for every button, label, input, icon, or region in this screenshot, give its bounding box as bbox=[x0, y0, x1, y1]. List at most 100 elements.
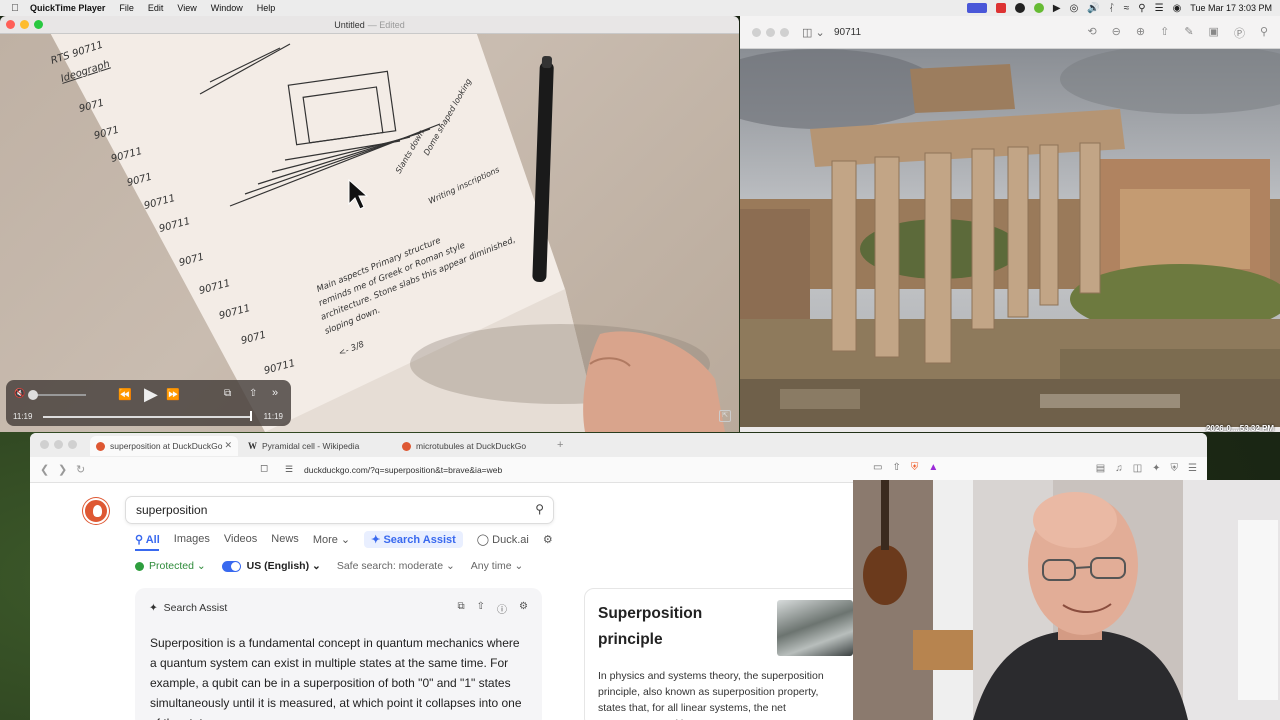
forward-button[interactable]: ❯ bbox=[58, 463, 67, 476]
play-button[interactable]: ▶ bbox=[144, 384, 158, 405]
media-icon[interactable]: ◎ bbox=[1070, 3, 1079, 14]
rotate-icon[interactable]: ⟲ bbox=[1087, 25, 1096, 41]
share-icon[interactable]: ⇧ bbox=[892, 462, 900, 473]
sidebar-icon[interactable]: ◫ bbox=[1133, 463, 1142, 474]
video-frame[interactable]: RTS 90711 Ideograph 9071 9071 90711 9071… bbox=[0, 34, 739, 432]
volume-slider[interactable] bbox=[30, 394, 86, 396]
brave-shields-icon[interactable]: ⛨ bbox=[911, 462, 919, 473]
copy-icon[interactable]: ⧉ bbox=[458, 601, 465, 616]
preview-zoom-button[interactable] bbox=[780, 28, 789, 37]
search-assist-answer: Superposition is a fundamental concept i… bbox=[150, 636, 522, 720]
bookmark-icon[interactable]: ◻ bbox=[260, 463, 268, 474]
markup-toolbar-icon[interactable]: Ⓟ bbox=[1234, 25, 1245, 41]
tab-all[interactable]: ⚲ All bbox=[135, 533, 160, 546]
play-status-icon[interactable]: ▶ bbox=[1053, 3, 1061, 14]
wifi-icon[interactable]: ≈ bbox=[1124, 3, 1130, 14]
pen-app-icon[interactable] bbox=[1014, 3, 1025, 13]
site-settings-icon[interactable]: ☰ bbox=[285, 464, 293, 475]
tab-superposition[interactable]: superposition at DuckDuckGo ✕ bbox=[90, 436, 238, 456]
tab-videos[interactable]: Videos bbox=[224, 533, 257, 545]
leo-ai-icon[interactable]: ✦ bbox=[1152, 463, 1160, 474]
info-icon[interactable]: ⓘ bbox=[497, 601, 507, 616]
preview-minimize-button[interactable] bbox=[766, 28, 775, 37]
tab-images[interactable]: Images bbox=[174, 533, 210, 545]
browser-zoom-button[interactable] bbox=[68, 440, 77, 449]
quicktime-titlebar[interactable]: Untitled — Edited bbox=[0, 16, 739, 34]
picture-in-picture-icon[interactable]: ⧉ bbox=[224, 388, 231, 399]
fast-forward-button[interactable]: ⏩ bbox=[166, 388, 180, 401]
tab-more[interactable]: More ⌄ bbox=[313, 533, 350, 546]
menu-bar-clock[interactable]: Tue Mar 17 3:03 PM bbox=[1190, 3, 1272, 13]
knowledge-panel-title[interactable]: Superposition principle bbox=[598, 601, 748, 653]
spotlight-search-icon[interactable]: ⚲ bbox=[1138, 3, 1145, 14]
tab-duck-ai[interactable]: ◯ Duck.ai bbox=[477, 533, 529, 546]
scrubber-playhead[interactable] bbox=[250, 411, 252, 421]
close-window-button[interactable] bbox=[6, 20, 15, 29]
bluetooth-icon[interactable]: ᛮ bbox=[1109, 3, 1115, 14]
duckduckgo-icon bbox=[402, 441, 411, 451]
menu-help[interactable]: Help bbox=[257, 3, 276, 13]
search-settings-icon[interactable]: ⚙ bbox=[543, 533, 553, 546]
search-icon[interactable]: ⚲ bbox=[535, 502, 544, 516]
grammarly-icon[interactable] bbox=[1033, 3, 1044, 13]
url-field[interactable]: duckduckgo.com/?q=superposition&t=brave&… bbox=[304, 465, 502, 475]
knowledge-panel-text: In physics and systems theory, the super… bbox=[598, 670, 824, 720]
menu-edit[interactable]: Edit bbox=[148, 3, 164, 13]
minimize-window-button[interactable] bbox=[20, 20, 29, 29]
screen-recording-icon[interactable] bbox=[966, 3, 987, 13]
settings-icon[interactable]: ⚙ bbox=[519, 601, 528, 616]
sidebar-toggle-icon[interactable]: ◫ ⌄ bbox=[802, 26, 825, 39]
close-tab-icon[interactable]: ✕ bbox=[224, 440, 232, 451]
markup-icon[interactable]: ✎ bbox=[1184, 25, 1193, 41]
more-controls-icon[interactable]: » bbox=[272, 387, 278, 399]
protected-filter[interactable]: Protected ⌄ bbox=[135, 560, 206, 572]
tab-news[interactable]: News bbox=[271, 533, 299, 545]
tab-pyramidal-cell[interactable]: W Pyramidal cell - Wikipedia bbox=[242, 436, 392, 456]
rewind-button[interactable]: ⏪ bbox=[118, 388, 132, 401]
search-input[interactable] bbox=[136, 503, 516, 517]
volume-knob[interactable] bbox=[28, 390, 38, 400]
app-menu[interactable]: QuickTime Player bbox=[30, 3, 105, 13]
region-filter[interactable]: US (English) ⌄ bbox=[221, 560, 321, 572]
scrubber-track[interactable] bbox=[43, 416, 251, 418]
back-button[interactable]: ❮ bbox=[40, 463, 49, 476]
mute-icon[interactable]: 🔇 bbox=[14, 388, 25, 399]
search-icon[interactable]: ⚲ bbox=[1260, 25, 1268, 41]
zoom-in-icon[interactable]: ⊕ bbox=[1136, 25, 1145, 41]
browser-minimize-button[interactable] bbox=[54, 440, 63, 449]
cast-icon[interactable]: ▭ bbox=[873, 462, 882, 473]
time-filter[interactable]: Any time ⌄ bbox=[471, 560, 524, 572]
menu-view[interactable]: View bbox=[177, 3, 196, 13]
reload-button[interactable]: ↻ bbox=[76, 463, 85, 476]
record-app-icon[interactable] bbox=[995, 3, 1006, 13]
reader-mode-icon[interactable]: ▤ bbox=[1096, 463, 1105, 474]
volume-icon[interactable]: 🔊 bbox=[1087, 3, 1099, 14]
tab-label: Pyramidal cell - Wikipedia bbox=[262, 441, 360, 451]
preview-toolbar-icons: ⟲ ⊖ ⊕ ⇧ ✎ ▣ Ⓟ ⚲ bbox=[1087, 25, 1268, 41]
knowledge-panel-image[interactable] bbox=[777, 600, 853, 656]
region-toggle[interactable] bbox=[221, 560, 241, 572]
fullscreen-icon[interactable]: ⇱ bbox=[719, 410, 731, 422]
vpn-icon[interactable]: ⛨ bbox=[1171, 463, 1179, 474]
share-icon[interactable]: ⇧ bbox=[249, 388, 257, 399]
apple-menu-icon[interactable]:  bbox=[0, 3, 30, 14]
siri-icon[interactable]: ◉ bbox=[1173, 3, 1182, 14]
zoom-window-button[interactable] bbox=[34, 20, 43, 29]
crop-icon[interactable]: ▣ bbox=[1209, 25, 1219, 41]
preview-close-button[interactable] bbox=[752, 28, 761, 37]
media-icon[interactable]: ♫ bbox=[1115, 463, 1123, 474]
menu-file[interactable]: File bbox=[119, 3, 134, 13]
safe-search-filter[interactable]: Safe search: moderate ⌄ bbox=[337, 560, 455, 572]
menu-icon[interactable]: ☰ bbox=[1188, 463, 1197, 474]
share-icon[interactable]: ⇧ bbox=[477, 601, 485, 616]
zoom-out-icon[interactable]: ⊖ bbox=[1112, 25, 1121, 41]
tab-search-assist[interactable]: ✦ Search Assist bbox=[364, 530, 463, 548]
menu-window[interactable]: Window bbox=[211, 3, 243, 13]
share-icon[interactable]: ⇧ bbox=[1160, 25, 1169, 41]
duckduckgo-logo[interactable] bbox=[83, 498, 109, 524]
brave-rewards-icon[interactable]: ▲ bbox=[928, 462, 938, 473]
tab-microtubules[interactable]: microtubules at DuckDuckGo bbox=[396, 436, 546, 456]
new-tab-button[interactable]: + bbox=[557, 439, 563, 451]
control-center-icon[interactable]: ☰ bbox=[1155, 3, 1164, 14]
browser-close-button[interactable] bbox=[40, 440, 49, 449]
